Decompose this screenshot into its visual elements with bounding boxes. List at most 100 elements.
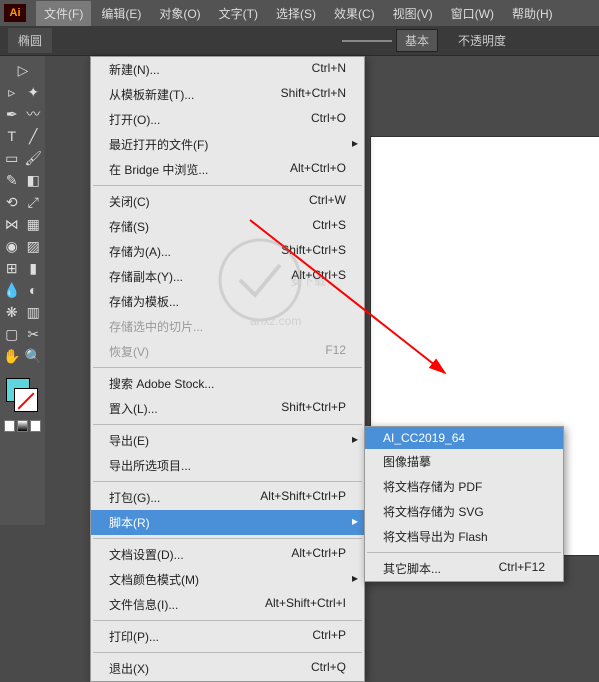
file-menu-item-0[interactable]: 新建(N)...Ctrl+N	[91, 57, 364, 82]
tools-panel: ▷ ▹✦ ✒〰 T╱ ▭🖌 ✎◧ ⟲⤢ ⋈▦ ◉▨ ⊞▮ 💧◐ ❋▥ ▢✂ ✋🔍	[0, 56, 45, 525]
file-menu-shortcut: Alt+Shift+Ctrl+I	[265, 596, 346, 613]
file-menu-separator	[93, 367, 362, 368]
file-menu-item-1[interactable]: 从模板新建(T)...Shift+Ctrl+N	[91, 82, 364, 107]
file-menu-item-14[interactable]: 搜索 Adobe Stock...	[91, 371, 364, 396]
shaper-tool[interactable]: ✎	[2, 170, 22, 190]
shape-builder-tool[interactable]: ◉	[2, 236, 22, 256]
menu-8[interactable]: 帮助(H)	[504, 1, 561, 26]
file-menu-item-2[interactable]: 打开(O)...Ctrl+O	[91, 107, 364, 132]
direct-selection-tool[interactable]: ▹	[2, 82, 22, 102]
menu-4[interactable]: 选择(S)	[268, 1, 324, 26]
menu-5[interactable]: 效果(C)	[326, 1, 383, 26]
file-menu-label: 存储副本(Y)...	[109, 268, 183, 285]
file-menu-item-18[interactable]: 导出所选项目...	[91, 453, 364, 478]
file-menu-item-17[interactable]: 导出(E)▸	[91, 428, 364, 453]
stroke-color[interactable]	[14, 388, 38, 412]
curvature-tool[interactable]: 〰	[24, 104, 44, 124]
scripts-menu-item-1[interactable]: 图像描摹	[365, 449, 563, 474]
color-mode-none[interactable]	[30, 420, 41, 432]
file-menu-label: 存储为(A)...	[109, 243, 171, 260]
stroke-style-dropdown[interactable]: 基本	[396, 29, 438, 52]
file-menu-item-8[interactable]: 存储为(A)...Shift+Ctrl+S	[91, 239, 364, 264]
top-menubar: Ai 文件(F)编辑(E)对象(O)文字(T)选择(S)效果(C)视图(V)窗口…	[0, 0, 599, 26]
app-logo: Ai	[4, 4, 26, 22]
file-menu-shortcut: Ctrl+P	[312, 628, 346, 645]
file-menu-separator	[93, 185, 362, 186]
file-menu-shortcut: Shift+Ctrl+P	[281, 400, 346, 417]
rotate-tool[interactable]: ⟲	[2, 192, 22, 212]
pen-tool[interactable]: ✒	[2, 104, 22, 124]
file-menu-item-10[interactable]: 存储为模板...	[91, 289, 364, 314]
selection-tool[interactable]: ▷	[2, 60, 44, 80]
free-transform-tool[interactable]: ▦	[24, 214, 44, 234]
zoom-tool[interactable]: 🔍	[24, 346, 44, 366]
file-menu-label: 打印(P)...	[109, 628, 159, 645]
file-menu-item-4[interactable]: 在 Bridge 中浏览...Alt+Ctrl+O	[91, 157, 364, 182]
scripts-menu-item-2[interactable]: 将文档存储为 PDF	[365, 474, 563, 499]
scripts-menu-separator	[367, 552, 561, 553]
scripts-menu-item-3[interactable]: 将文档存储为 SVG	[365, 499, 563, 524]
file-menu-shortcut: Alt+Shift+Ctrl+P	[260, 489, 346, 506]
file-menu-label: 退出(X)	[109, 660, 149, 677]
graph-tool[interactable]: ▥	[24, 302, 44, 322]
color-mode-gradient[interactable]	[17, 420, 28, 432]
file-menu-label: 存储(S)	[109, 218, 149, 235]
width-tool[interactable]: ⋈	[2, 214, 22, 234]
scripts-menu-item-4[interactable]: 将文档导出为 Flash	[365, 524, 563, 549]
type-tool[interactable]: T	[2, 126, 22, 146]
magic-wand-tool[interactable]: ✦	[24, 82, 44, 102]
file-menu-item-3[interactable]: 最近打开的文件(F) ▸	[91, 132, 364, 157]
file-menu-item-6[interactable]: 关闭(C)Ctrl+W	[91, 189, 364, 214]
mesh-tool[interactable]: ⊞	[2, 258, 22, 278]
artboard-tool[interactable]: ▢	[2, 324, 22, 344]
hand-tool[interactable]: ✋	[2, 346, 22, 366]
file-menu-label: 存储选中的切片...	[109, 318, 203, 335]
main-menu: 文件(F)编辑(E)对象(O)文字(T)选择(S)效果(C)视图(V)窗口(W)…	[36, 1, 561, 26]
file-menu-label: 导出(E)	[109, 432, 149, 449]
paintbrush-tool[interactable]: 🖌	[24, 148, 44, 168]
color-mode-normal[interactable]	[4, 420, 15, 432]
scripts-menu-label: AI_CC2019_64	[383, 431, 465, 445]
blend-tool[interactable]: ◐	[24, 280, 44, 300]
file-menu-item-24[interactable]: 文档颜色模式(M)▸	[91, 567, 364, 592]
file-menu-shortcut: Ctrl+N	[312, 61, 346, 78]
menu-7[interactable]: 窗口(W)	[443, 1, 502, 26]
file-menu-label: 恢复(V)	[109, 343, 149, 360]
scripts-menu-item-0[interactable]: AI_CC2019_64	[365, 427, 563, 449]
options-bar: 椭圆 基本 不透明度	[0, 26, 599, 56]
eyedropper-tool[interactable]: 💧	[2, 280, 22, 300]
menu-1[interactable]: 编辑(E)	[93, 1, 149, 26]
scripts-menu-label: 将文档存储为 PDF	[383, 478, 482, 495]
file-menu-item-7[interactable]: 存储(S)Ctrl+S	[91, 214, 364, 239]
stroke-preview[interactable]	[342, 40, 392, 42]
document-tab[interactable]: 椭圆	[8, 28, 52, 53]
gradient-tool[interactable]: ▮	[24, 258, 44, 278]
file-menu-item-27[interactable]: 打印(P)... Ctrl+P	[91, 624, 364, 649]
menu-0[interactable]: 文件(F)	[36, 1, 91, 26]
stroke-control: 基本	[342, 29, 438, 52]
submenu-arrow-icon: ▸	[352, 571, 358, 585]
file-menu-label: 最近打开的文件(F)	[109, 136, 208, 153]
rectangle-tool[interactable]: ▭	[2, 148, 22, 168]
eraser-tool[interactable]: ◧	[24, 170, 44, 190]
submenu-arrow-icon: ▸	[352, 136, 358, 150]
file-menu-item-20[interactable]: 打包(G)...Alt+Shift+Ctrl+P	[91, 485, 364, 510]
file-menu-item-11: 存储选中的切片...	[91, 314, 364, 339]
menu-2[interactable]: 对象(O)	[151, 1, 208, 26]
scripts-menu-label: 将文档导出为 Flash	[383, 528, 488, 545]
file-menu-item-25[interactable]: 文件信息(I)...Alt+Shift+Ctrl+I	[91, 592, 364, 617]
perspective-tool[interactable]: ▨	[24, 236, 44, 256]
scale-tool[interactable]: ⤢	[24, 192, 44, 212]
menu-6[interactable]: 视图(V)	[385, 1, 441, 26]
file-menu-item-9[interactable]: 存储副本(Y)...Alt+Ctrl+S	[91, 264, 364, 289]
slice-tool[interactable]: ✂	[24, 324, 44, 344]
scripts-menu-item-6[interactable]: 其它脚本...Ctrl+F12	[365, 556, 563, 581]
menu-3[interactable]: 文字(T)	[211, 1, 266, 26]
line-tool[interactable]: ╱	[24, 126, 44, 146]
file-menu-item-23[interactable]: 文档设置(D)...Alt+Ctrl+P	[91, 542, 364, 567]
file-menu-item-29[interactable]: 退出(X)Ctrl+Q	[91, 656, 364, 681]
file-menu-item-21[interactable]: 脚本(R)▸	[91, 510, 364, 535]
file-menu-item-15[interactable]: 置入(L)...Shift+Ctrl+P	[91, 396, 364, 421]
symbol-sprayer-tool[interactable]: ❋	[2, 302, 22, 322]
main-area: ▷ ▹✦ ✒〰 T╱ ▭🖌 ✎◧ ⟲⤢ ⋈▦ ◉▨ ⊞▮ 💧◐ ❋▥ ▢✂ ✋🔍…	[0, 56, 599, 525]
